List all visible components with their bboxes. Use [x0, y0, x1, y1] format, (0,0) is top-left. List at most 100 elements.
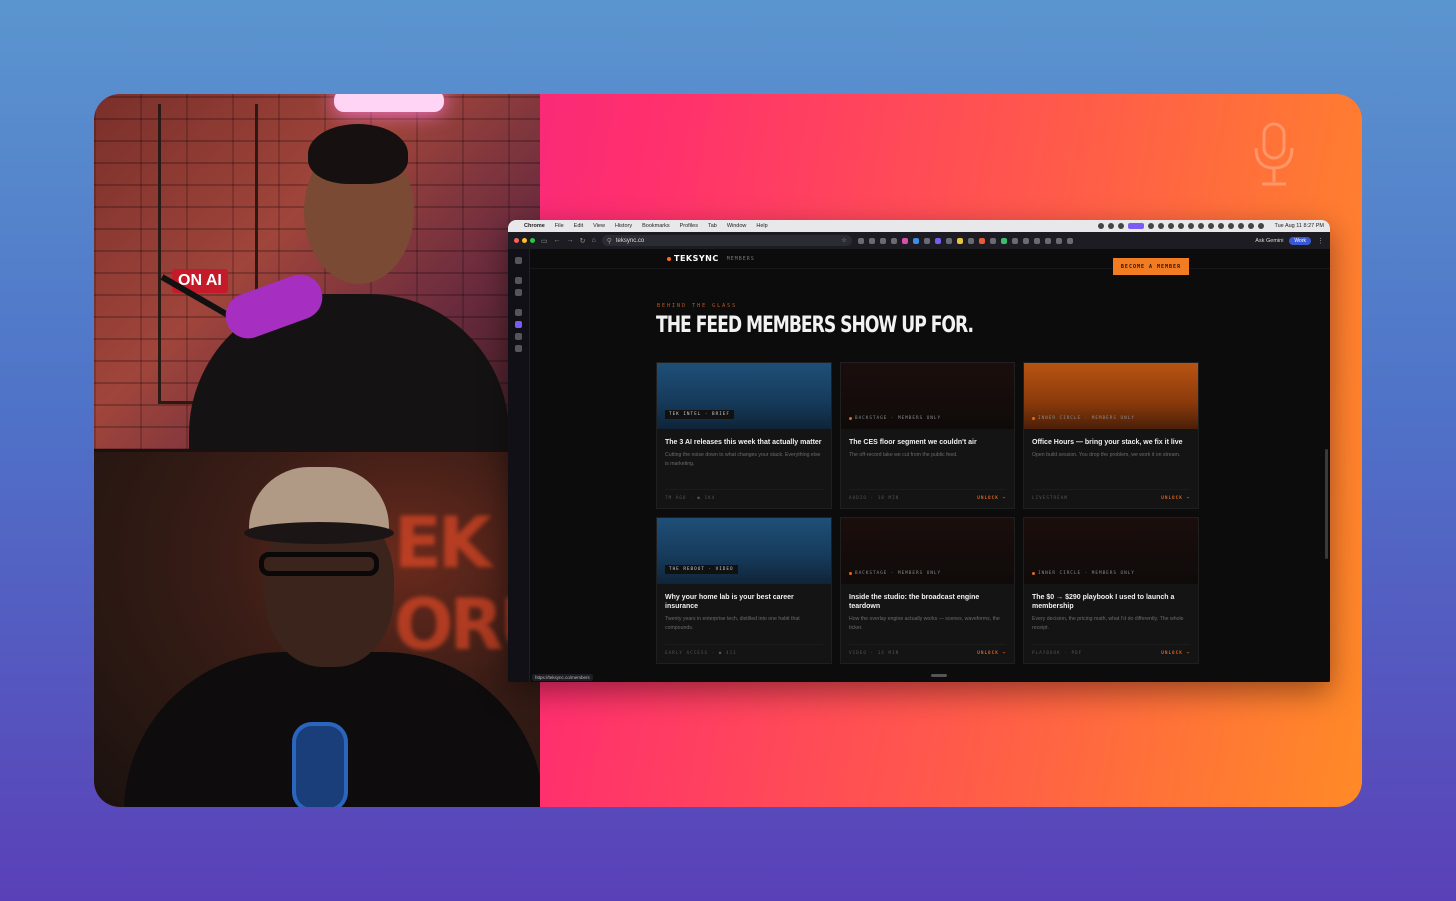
menu-history[interactable]: History [615, 223, 632, 229]
content-card-grid: TEK INTEL · BRIEF The 3 AI releases this… [656, 362, 1199, 664]
extension-icon[interactable] [1000, 237, 1007, 244]
tray-icon[interactable] [1218, 223, 1225, 229]
page-scrollbar[interactable] [1325, 449, 1328, 559]
extension-icon[interactable] [901, 237, 908, 244]
site-logo[interactable]: TEKSYNC [667, 254, 719, 263]
become-member-button[interactable]: BECOME A MEMBER [1113, 258, 1189, 275]
tray-icon[interactable] [1108, 223, 1115, 229]
unlock-link[interactable]: UNLOCK → [977, 651, 1006, 656]
content-card[interactable]: INNER CIRCLE · MEMBERS ONLY The $0 → $29… [1023, 517, 1199, 664]
card-tag: BACKSTAGE · MEMBERS ONLY [849, 571, 941, 576]
browser-toolbar: ▭ ← → ↻ ⌂ ⚲ teksync.co ☆ Ask Gemini Work… [508, 232, 1330, 249]
extension-icon[interactable] [890, 237, 897, 244]
menu-window[interactable]: Window [727, 223, 747, 229]
back-icon[interactable]: ← [554, 237, 561, 244]
extension-icon[interactable] [879, 237, 886, 244]
side-panel-icon[interactable] [515, 321, 522, 328]
extension-icon[interactable] [912, 237, 919, 244]
extension-icon[interactable] [1011, 237, 1018, 244]
logo-dot-icon [667, 256, 671, 261]
profile-button[interactable]: Work [1289, 236, 1311, 245]
more-menu-icon[interactable]: ⋮ [1317, 237, 1324, 245]
neon-sign [334, 94, 444, 112]
content-card[interactable]: TEK INTEL · BRIEF The 3 AI releases this… [656, 362, 832, 509]
menubar-clock[interactable]: Tue Aug 11 8:27 PM [1274, 223, 1324, 229]
card-tag: INNER CIRCLE · MEMBERS ONLY [1032, 571, 1135, 576]
tray-icon[interactable] [1148, 223, 1155, 229]
content-card[interactable]: INNER CIRCLE · MEMBERS ONLY Office Hours… [1023, 362, 1199, 509]
reload-icon[interactable]: ↻ [580, 237, 586, 245]
wifi-icon[interactable] [1248, 223, 1255, 229]
bookmark-star-icon[interactable]: ☆ [841, 237, 846, 244]
side-panel-icon[interactable] [515, 277, 522, 284]
extension-icon[interactable] [934, 237, 941, 244]
extension-icon[interactable] [1022, 237, 1029, 244]
nav-members-link[interactable]: MEMBERS [727, 256, 755, 262]
menu-app-name[interactable]: Chrome [524, 223, 545, 229]
unlock-link[interactable]: UNLOCK → [977, 496, 1006, 501]
extension-icon[interactable] [868, 237, 875, 244]
menu-profiles[interactable]: Profiles [680, 223, 698, 229]
content-card[interactable]: BACKSTAGE · MEMBERS ONLY The CES floor s… [840, 362, 1015, 509]
resize-handle[interactable] [931, 674, 947, 677]
extension-icon[interactable] [989, 237, 996, 244]
content-card[interactable]: BACKSTAGE · MEMBERS ONLY Inside the stud… [840, 517, 1015, 664]
tray-icon[interactable] [1208, 223, 1215, 229]
ask-gemini-button[interactable]: Ask Gemini [1255, 238, 1283, 244]
zoom-window-button[interactable] [530, 238, 535, 243]
extension-icon[interactable] [1044, 237, 1051, 244]
extension-icon[interactable] [945, 237, 952, 244]
site-info-icon[interactable]: ⚲ [607, 237, 612, 245]
add-panel-icon[interactable] [515, 345, 522, 352]
side-panel-icon[interactable] [515, 289, 522, 296]
tray-icon[interactable] [1238, 223, 1245, 229]
tray-icon[interactable] [1178, 223, 1185, 229]
extension-icon[interactable] [978, 237, 985, 244]
card-description: Open build session. You drop the problem… [1032, 452, 1181, 458]
extension-icon[interactable] [857, 237, 864, 244]
unlock-link[interactable]: UNLOCK → [1161, 651, 1190, 656]
minimize-window-button[interactable] [522, 238, 527, 243]
tray-icon[interactable] [1168, 223, 1175, 229]
menu-bookmarks[interactable]: Bookmarks [642, 223, 670, 229]
extensions-bar [857, 237, 1073, 244]
tray-icon[interactable] [1198, 223, 1205, 229]
extension-icon[interactable] [956, 237, 963, 244]
extension-icon[interactable] [1033, 237, 1040, 244]
sidebar-toggle-icon[interactable]: ▭ [541, 237, 548, 245]
menu-tab[interactable]: Tab [708, 223, 717, 229]
tray-icon[interactable] [1228, 223, 1235, 229]
card-thumbnail: TEK INTEL · BRIEF [657, 363, 831, 429]
unlock-link[interactable]: UNLOCK → [1161, 496, 1190, 501]
battery-icon[interactable] [1258, 223, 1265, 229]
forward-icon[interactable]: → [567, 237, 574, 244]
extension-icon[interactable] [923, 237, 930, 244]
tray-icon[interactable] [1118, 223, 1125, 229]
home-icon[interactable]: ⌂ [592, 237, 596, 244]
card-title: The 3 AI releases this week that actuall… [665, 439, 822, 446]
tag-dot-icon [849, 417, 852, 420]
close-window-button[interactable] [514, 238, 519, 243]
menu-help[interactable]: Help [756, 223, 767, 229]
side-panel-icon[interactable] [515, 333, 522, 340]
extension-icon[interactable] [967, 237, 974, 244]
extension-icon[interactable] [1055, 237, 1062, 244]
side-panel-icon[interactable] [515, 257, 522, 264]
browser-content: TEKSYNC MEMBERS BECOME A MEMBER BEHIND T… [508, 249, 1330, 682]
tag-dot-icon [849, 572, 852, 575]
extension-icon[interactable] [1066, 237, 1073, 244]
tray-icon[interactable] [1128, 223, 1145, 229]
card-thumbnail: INNER CIRCLE · MEMBERS ONLY [1024, 363, 1198, 429]
card-thumbnail: BACKSTAGE · MEMBERS ONLY [841, 518, 1014, 584]
menu-edit[interactable]: Edit [574, 223, 583, 229]
tray-icon[interactable] [1158, 223, 1165, 229]
side-panel-icon[interactable] [515, 309, 522, 316]
tray-icon[interactable] [1188, 223, 1195, 229]
card-tag-text: INNER CIRCLE · MEMBERS ONLY [1038, 571, 1135, 576]
address-bar[interactable]: ⚲ teksync.co ☆ [601, 235, 852, 246]
tray-icon[interactable] [1098, 223, 1105, 229]
content-card[interactable]: THE REBOOT · VIDEO Why your home lab is … [656, 517, 832, 664]
card-meta-text: PLAYBOOK · PDF [1032, 651, 1083, 656]
menu-file[interactable]: File [555, 223, 564, 229]
menu-view[interactable]: View [593, 223, 605, 229]
